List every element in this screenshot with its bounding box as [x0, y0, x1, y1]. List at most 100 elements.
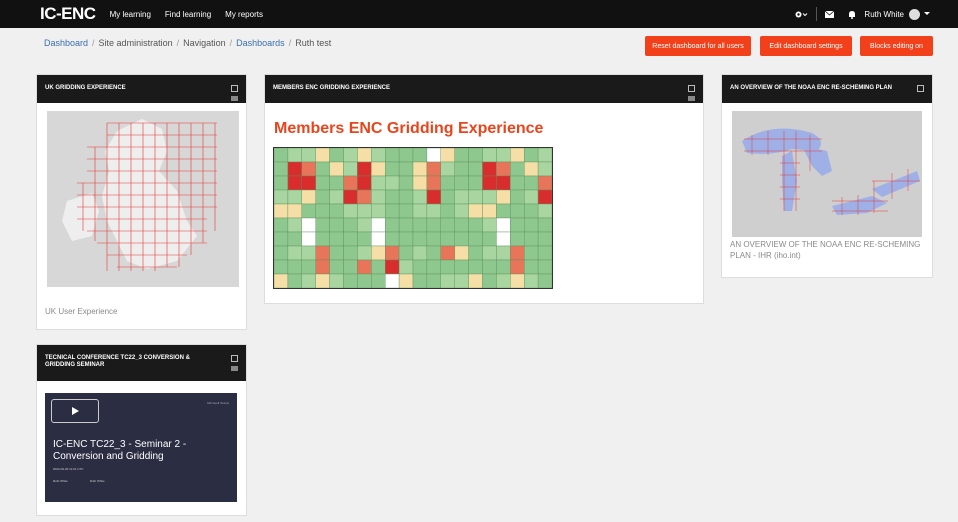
- video-participants: Ruth White Ruth White: [53, 479, 105, 483]
- heatmap-cell: [496, 245, 511, 261]
- breadcrumb-site-admin: Site administration: [98, 38, 173, 48]
- heatmap-cell: [482, 217, 497, 233]
- gear-icon[interactable]: [794, 10, 808, 19]
- heatmap-cell: [301, 273, 316, 289]
- play-button[interactable]: [51, 399, 99, 423]
- heatmap-cell: [482, 203, 497, 219]
- breadcrumb-divider: /: [288, 38, 292, 48]
- heatmap-cell: [301, 203, 316, 219]
- block-actions-icon[interactable]: [231, 85, 238, 92]
- heatmap-cell: [287, 231, 302, 247]
- noaa-caption-link[interactable]: AN OVERVIEW OF THE NOAA ENC RE-SCHEMING …: [730, 239, 926, 261]
- chevron-down-icon[interactable]: [924, 12, 930, 16]
- great-lakes-map-image: [732, 111, 922, 237]
- heatmap-cell: [440, 231, 455, 247]
- heatmap-cell: [412, 245, 428, 261]
- heatmap-cell: [273, 259, 289, 275]
- heatmap-cell: [343, 161, 358, 177]
- nav-my-learning[interactable]: My learning: [110, 10, 151, 19]
- heatmap-cell: [329, 245, 344, 261]
- heatmap-cell: [510, 231, 525, 247]
- heatmap-cell: [537, 189, 553, 205]
- heatmap-cell: [426, 147, 441, 163]
- heatmap-cell: [343, 245, 358, 261]
- heatmap-cell: [343, 189, 358, 205]
- heatmap-cell: [510, 175, 525, 191]
- heatmap-cell: [496, 161, 511, 177]
- heatmap-cell: [468, 259, 483, 275]
- heatmap-cell: [537, 259, 553, 275]
- block-move-icon[interactable]: [688, 96, 695, 101]
- heatmap-cell: [412, 217, 428, 233]
- heatmap-cell: [440, 203, 455, 219]
- user-name[interactable]: Ruth White: [864, 10, 904, 19]
- block-move-icon[interactable]: [231, 96, 238, 101]
- heatmap-cell: [273, 175, 289, 191]
- heatmap-cell: [384, 259, 400, 275]
- heatmap-cell: [357, 231, 372, 247]
- heatmap-cell: [482, 259, 497, 275]
- heatmap-cell: [537, 245, 553, 261]
- heatmap-cell: [537, 147, 553, 163]
- heatmap-cell: [426, 273, 441, 289]
- heatmap-cell: [357, 245, 372, 261]
- heatmap-cell: [315, 259, 330, 275]
- heatmap-cell: [496, 259, 511, 275]
- block-move-icon[interactable]: [231, 366, 238, 371]
- heatmap-cell: [315, 245, 330, 261]
- heatmap-cell: [482, 147, 497, 163]
- heatmap-cell: [357, 175, 372, 191]
- heatmap-cell: [343, 203, 358, 219]
- heatmap-cell: [454, 273, 469, 289]
- uk-caption-link[interactable]: UK User Experience: [45, 307, 117, 316]
- heatmap-cell: [329, 231, 344, 247]
- block-actions-icon[interactable]: [688, 85, 695, 92]
- nav-my-reports[interactable]: My reports: [225, 10, 263, 19]
- heatmap-cell: [496, 175, 511, 191]
- heatmap-cell: [384, 217, 400, 233]
- avatar[interactable]: [909, 8, 920, 20]
- heatmap-cell: [384, 245, 400, 261]
- block-title: AN OVERVIEW OF THE NOAA ENC RE-SCHEMING …: [730, 85, 893, 91]
- heatmap-cell: [273, 203, 289, 219]
- heatmap-cell: [287, 259, 302, 275]
- video-brand: Microsoft Teams: [207, 401, 229, 405]
- heatmap-cell: [371, 189, 386, 205]
- message-icon[interactable]: [825, 10, 835, 18]
- heatmap-cell: [384, 161, 400, 177]
- breadcrumb-dashboard[interactable]: Dashboard: [44, 38, 88, 48]
- heatmap-cell: [523, 217, 539, 233]
- heatmap-cell: [398, 217, 414, 233]
- blocks-editing-button[interactable]: Blocks editing on: [860, 36, 933, 56]
- block-actions-icon[interactable]: [231, 355, 238, 362]
- edit-dashboard-settings-button[interactable]: Edit dashboard settings: [760, 36, 852, 56]
- breadcrumb-current: Ruth test: [295, 38, 332, 48]
- heatmap-cell: [468, 245, 483, 261]
- heatmap-cell: [496, 189, 511, 205]
- heatmap-cell: [301, 147, 316, 163]
- heatmap-cell: [329, 175, 344, 191]
- nav-find-learning[interactable]: Find learning: [165, 10, 211, 19]
- heatmap-cell: [523, 245, 539, 261]
- video-player[interactable]: Microsoft Teams IC-ENC TC22_3 - Seminar …: [45, 393, 237, 502]
- heatmap-cell: [412, 147, 428, 163]
- heatmap-cell: [398, 175, 414, 191]
- reset-dashboard-button[interactable]: Reset dashboard for all users: [645, 36, 751, 56]
- heatmap-cell: [371, 231, 386, 247]
- heatmap-cell: [426, 245, 441, 261]
- brand-logo[interactable]: IC-ENC: [40, 4, 96, 24]
- heatmap-cell: [523, 231, 539, 247]
- heatmap-cell: [412, 273, 428, 289]
- bell-icon[interactable]: [848, 10, 856, 19]
- nav-separator: [816, 7, 818, 21]
- heatmap-cell: [454, 189, 469, 205]
- heatmap-cell: [315, 273, 330, 289]
- heatmap-cell: [273, 189, 289, 205]
- breadcrumb-dashboards[interactable]: Dashboards: [236, 38, 285, 48]
- block-actions-icon[interactable]: [917, 85, 924, 92]
- heatmap-cell: [523, 273, 539, 289]
- heatmap-cell: [357, 147, 372, 163]
- heatmap-cell: [426, 161, 441, 177]
- heatmap-cell: [329, 161, 344, 177]
- heatmap-cell: [315, 147, 330, 163]
